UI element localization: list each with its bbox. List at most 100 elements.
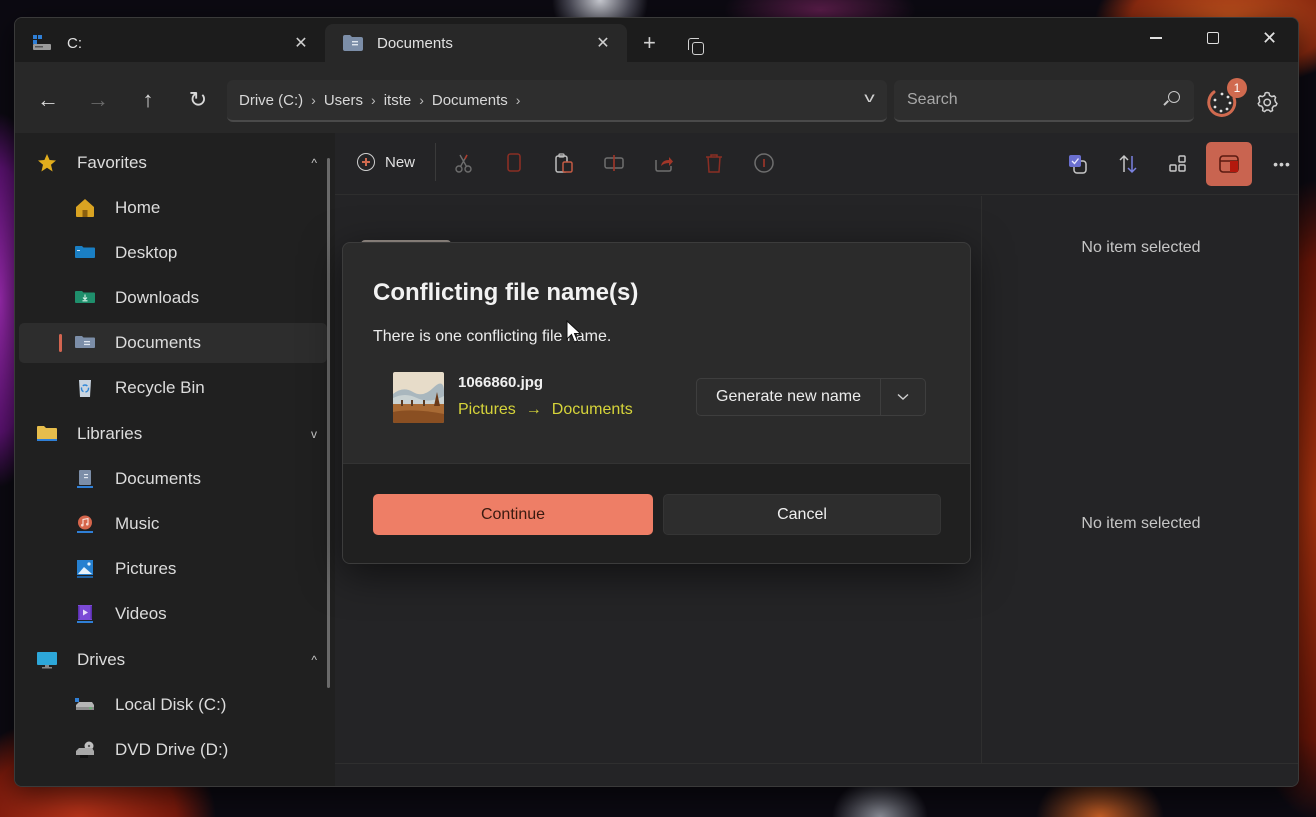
- sidebar-item-label: Music: [115, 514, 160, 533]
- monitor-icon: [37, 650, 57, 670]
- paste-icon: [555, 153, 573, 173]
- sidebar-item-videos[interactable]: Videos: [19, 594, 327, 634]
- preview-pane-toggle[interactable]: [1206, 142, 1252, 186]
- rename-icon: [604, 155, 624, 171]
- resolution-option[interactable]: Generate new name: [697, 379, 881, 415]
- sidebar-item-label: Videos: [115, 604, 167, 623]
- copy-button[interactable]: [503, 152, 525, 174]
- sidebar-section-label: Drives: [77, 650, 126, 669]
- status-badge: 1: [1227, 78, 1247, 98]
- sidebar-item-label: Local Disk (C:): [115, 695, 227, 714]
- sort-arrows-icon: [1119, 154, 1137, 174]
- info-icon: [754, 153, 774, 173]
- rename-button[interactable]: [603, 152, 625, 174]
- sidebar-item-label: Home: [115, 198, 161, 217]
- close-button[interactable]: ✕: [1241, 18, 1298, 58]
- resolution-dropdown-button[interactable]: [881, 379, 925, 415]
- documents-folder-icon: [75, 333, 95, 353]
- cancel-button[interactable]: Cancel: [663, 494, 941, 535]
- sidebar-item-label: DVD Drive (D:): [115, 740, 229, 759]
- new-tab-button[interactable]: +: [643, 32, 656, 54]
- sidebar-item-dvd-drive[interactable]: DVD Drive (D:): [19, 730, 327, 770]
- image-thumbnail: [393, 372, 444, 423]
- source-folder: Pictures: [458, 401, 516, 418]
- select-mode-button[interactable]: [1061, 147, 1095, 181]
- breadcrumb-documents[interactable]: Documents: [432, 92, 508, 109]
- breadcrumb-drive[interactable]: Drive (C:): [239, 92, 303, 109]
- tab-close-button[interactable]: ✕: [291, 33, 311, 53]
- forward-button[interactable]: →: [86, 88, 110, 112]
- continue-button[interactable]: Continue: [373, 494, 653, 535]
- conflict-dialog: Conflicting file name(s) There is one co…: [342, 242, 971, 564]
- minimize-button[interactable]: [1127, 18, 1184, 58]
- sidebar-section-favorites[interactable]: Favorites ^: [19, 143, 327, 183]
- maximize-icon: [1206, 32, 1219, 44]
- breadcrumb-separator-icon[interactable]: ›: [371, 92, 376, 108]
- collapse-chevron-icon[interactable]: ^: [311, 156, 317, 170]
- sidebar-section-drives[interactable]: Drives ^: [19, 640, 327, 680]
- sidebar-item-downloads[interactable]: Downloads: [19, 278, 327, 318]
- breadcrumb-separator-icon[interactable]: ›: [516, 92, 521, 108]
- more-options-button[interactable]: •••: [1265, 147, 1298, 181]
- address-bar[interactable]: Drive (C:) › Users › itste › Documents ›…: [227, 80, 887, 122]
- collapse-chevron-icon[interactable]: ^: [311, 653, 317, 667]
- preview-empty-text: No item selected: [1081, 239, 1201, 256]
- paste-button[interactable]: [553, 152, 575, 174]
- tab-c-drive[interactable]: C: ✕: [15, 24, 325, 62]
- sidebar-scrollbar[interactable]: [327, 158, 330, 688]
- tab-label: C:: [67, 34, 82, 52]
- sort-button[interactable]: [1111, 147, 1145, 181]
- tab-label: Documents: [377, 34, 453, 52]
- sidebar-item-recycle-bin[interactable]: Recycle Bin: [19, 368, 327, 408]
- settings-gear-icon[interactable]: [1255, 90, 1279, 114]
- window-controls: ✕: [1127, 18, 1298, 58]
- add-circle-icon: [357, 153, 375, 171]
- star-icon: [37, 153, 57, 173]
- maximize-button[interactable]: [1184, 18, 1241, 58]
- share-button[interactable]: [653, 152, 675, 174]
- breadcrumb-separator-icon[interactable]: ›: [419, 92, 424, 108]
- breadcrumb-separator-icon[interactable]: ›: [311, 92, 316, 108]
- arrow-right-icon: →: [525, 401, 542, 418]
- preview-pane-icon: [1219, 155, 1239, 173]
- preview-pane: No item selected No item selected: [982, 196, 1298, 763]
- recycle-bin-icon: [75, 378, 95, 398]
- sidebar-item-music[interactable]: Music: [19, 504, 327, 544]
- cut-button[interactable]: [453, 152, 475, 174]
- sidebar-section-libraries[interactable]: Libraries v: [19, 414, 327, 454]
- search-input[interactable]: [907, 91, 1158, 109]
- up-button[interactable]: ↑: [136, 88, 160, 112]
- dvd-drive-icon: [75, 740, 95, 760]
- new-button[interactable]: New: [357, 153, 415, 171]
- sidebar-section-label: Favorites: [77, 153, 147, 172]
- layout-button[interactable]: [1161, 147, 1195, 181]
- folder-icon: [37, 424, 57, 444]
- sidebar-item-local-disk[interactable]: Local Disk (C:): [19, 685, 327, 725]
- address-history-dropdown[interactable]: v: [864, 89, 875, 105]
- sidebar-item-pictures[interactable]: Pictures: [19, 549, 327, 589]
- sidebar-item-label: Documents: [115, 333, 201, 352]
- sidebar-item-desktop[interactable]: Desktop: [19, 233, 327, 273]
- pictures-library-icon: [75, 559, 95, 579]
- select-checkbox-icon: [1069, 155, 1087, 174]
- title-bar: C: ✕ Documents ✕ + ✕: [15, 18, 1298, 62]
- sidebar-item-library-documents[interactable]: Documents: [19, 459, 327, 499]
- conflict-path: Pictures → Documents: [458, 401, 633, 419]
- search-icon[interactable]: [1158, 90, 1182, 110]
- back-button[interactable]: ←: [36, 88, 60, 112]
- expand-chevron-icon[interactable]: v: [311, 427, 317, 441]
- breadcrumb-user-folder[interactable]: itste: [384, 92, 412, 109]
- music-library-icon: [75, 514, 95, 534]
- breadcrumb-users[interactable]: Users: [324, 92, 363, 109]
- documents-library-icon: [75, 469, 95, 489]
- duplicate-tab-icon[interactable]: [688, 38, 704, 55]
- tab-documents[interactable]: Documents ✕: [325, 24, 627, 62]
- sidebar-item-home[interactable]: Home: [19, 188, 327, 228]
- properties-button[interactable]: [753, 152, 775, 174]
- delete-button[interactable]: [703, 152, 725, 174]
- sidebar-item-documents[interactable]: Documents: [19, 323, 327, 363]
- dialog-title: Conflicting file name(s): [373, 279, 639, 306]
- tab-close-button[interactable]: ✕: [593, 33, 613, 53]
- refresh-button[interactable]: ↻: [186, 88, 210, 112]
- mouse-cursor-icon: [566, 320, 582, 343]
